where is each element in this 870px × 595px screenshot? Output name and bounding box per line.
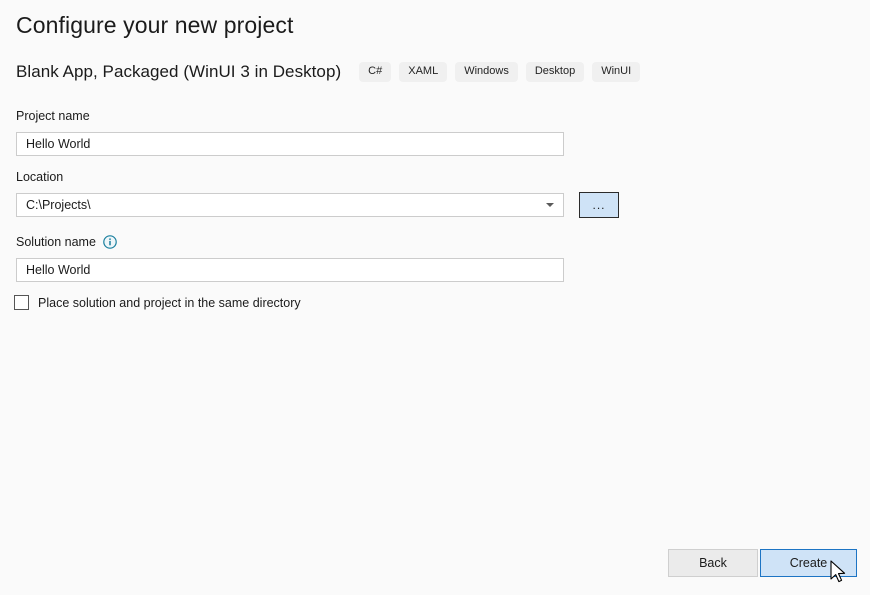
configure-project-dialog: Configure your new project Blank App, Pa… bbox=[0, 0, 870, 595]
tag-framework: WinUI bbox=[592, 62, 640, 82]
dialog-footer: Back Create bbox=[0, 549, 870, 579]
template-name: Blank App, Packaged (WinUI 3 in Desktop) bbox=[16, 62, 341, 82]
browse-location-button[interactable]: ... bbox=[579, 192, 619, 218]
solution-name-label: Solution name bbox=[16, 235, 96, 249]
solution-name-label-row: Solution name bbox=[16, 235, 117, 249]
info-circle-icon[interactable] bbox=[103, 235, 117, 249]
page-title: Configure your new project bbox=[16, 12, 293, 39]
tag-markup: XAML bbox=[399, 62, 447, 82]
location-value: C:\Projects\ bbox=[17, 198, 541, 212]
tag-platform: Windows bbox=[455, 62, 518, 82]
chevron-down-icon[interactable] bbox=[541, 203, 559, 207]
tag-project-type: Desktop bbox=[526, 62, 584, 82]
template-summary: Blank App, Packaged (WinUI 3 in Desktop)… bbox=[16, 62, 640, 82]
project-name-label: Project name bbox=[16, 109, 90, 123]
solution-name-input[interactable] bbox=[16, 258, 564, 282]
location-label: Location bbox=[16, 170, 63, 184]
location-combobox[interactable]: C:\Projects\ bbox=[16, 193, 564, 217]
same-directory-checkbox[interactable] bbox=[14, 295, 29, 310]
tag-language: C# bbox=[359, 62, 391, 82]
back-button[interactable]: Back bbox=[668, 549, 758, 577]
project-name-input[interactable] bbox=[16, 132, 564, 156]
same-directory-checkbox-row[interactable]: Place solution and project in the same d… bbox=[14, 295, 301, 310]
same-directory-label: Place solution and project in the same d… bbox=[38, 296, 301, 310]
tag-list: C# XAML Windows Desktop WinUI bbox=[359, 62, 640, 82]
create-button[interactable]: Create bbox=[760, 549, 857, 577]
